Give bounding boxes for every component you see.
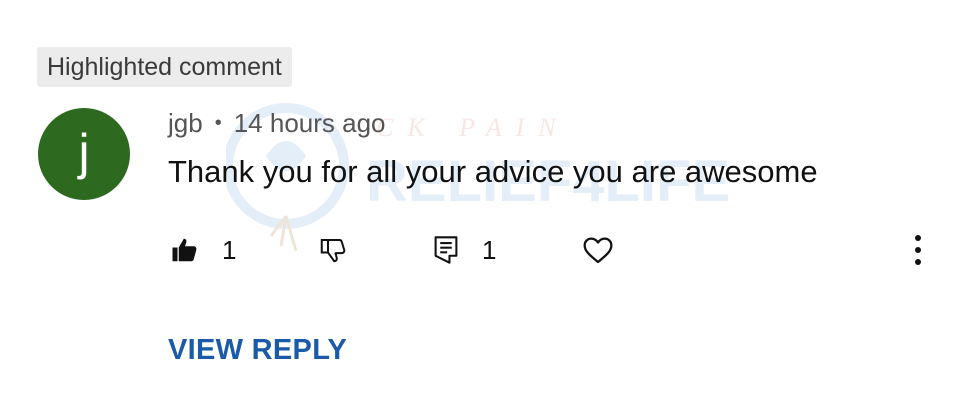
dislike-group: [318, 230, 348, 270]
view-reply-button[interactable]: VIEW REPLY: [168, 334, 347, 367]
avatar[interactable]: j: [38, 108, 130, 200]
highlighted-comment-badge: Highlighted comment: [37, 47, 292, 87]
reply-count: 1: [482, 234, 497, 265]
comment-text: Thank you for all your advice you are aw…: [168, 154, 818, 189]
thumbs-up-filled-icon[interactable]: [170, 235, 200, 265]
heart-outline-icon[interactable]: [582, 235, 614, 265]
comment-card: Highlighted comment CK PAIN RELIEF4LIFE …: [0, 0, 961, 403]
watermark-top-text: CK PAIN: [376, 113, 570, 142]
author-name[interactable]: jgb: [168, 108, 203, 139]
comment-meta: jgb • 14 hours ago: [168, 108, 386, 139]
timestamp: 14 hours ago: [233, 108, 386, 138]
more-vertical-icon[interactable]: [900, 230, 936, 270]
comment-icon[interactable]: [432, 235, 460, 265]
heart-group: [582, 230, 614, 270]
like-group: 1: [170, 230, 236, 270]
reply-group: 1: [432, 230, 496, 270]
meta-separator: •: [214, 112, 222, 134]
thumbs-down-outline-icon[interactable]: [318, 235, 348, 265]
like-count: 1: [222, 234, 237, 265]
